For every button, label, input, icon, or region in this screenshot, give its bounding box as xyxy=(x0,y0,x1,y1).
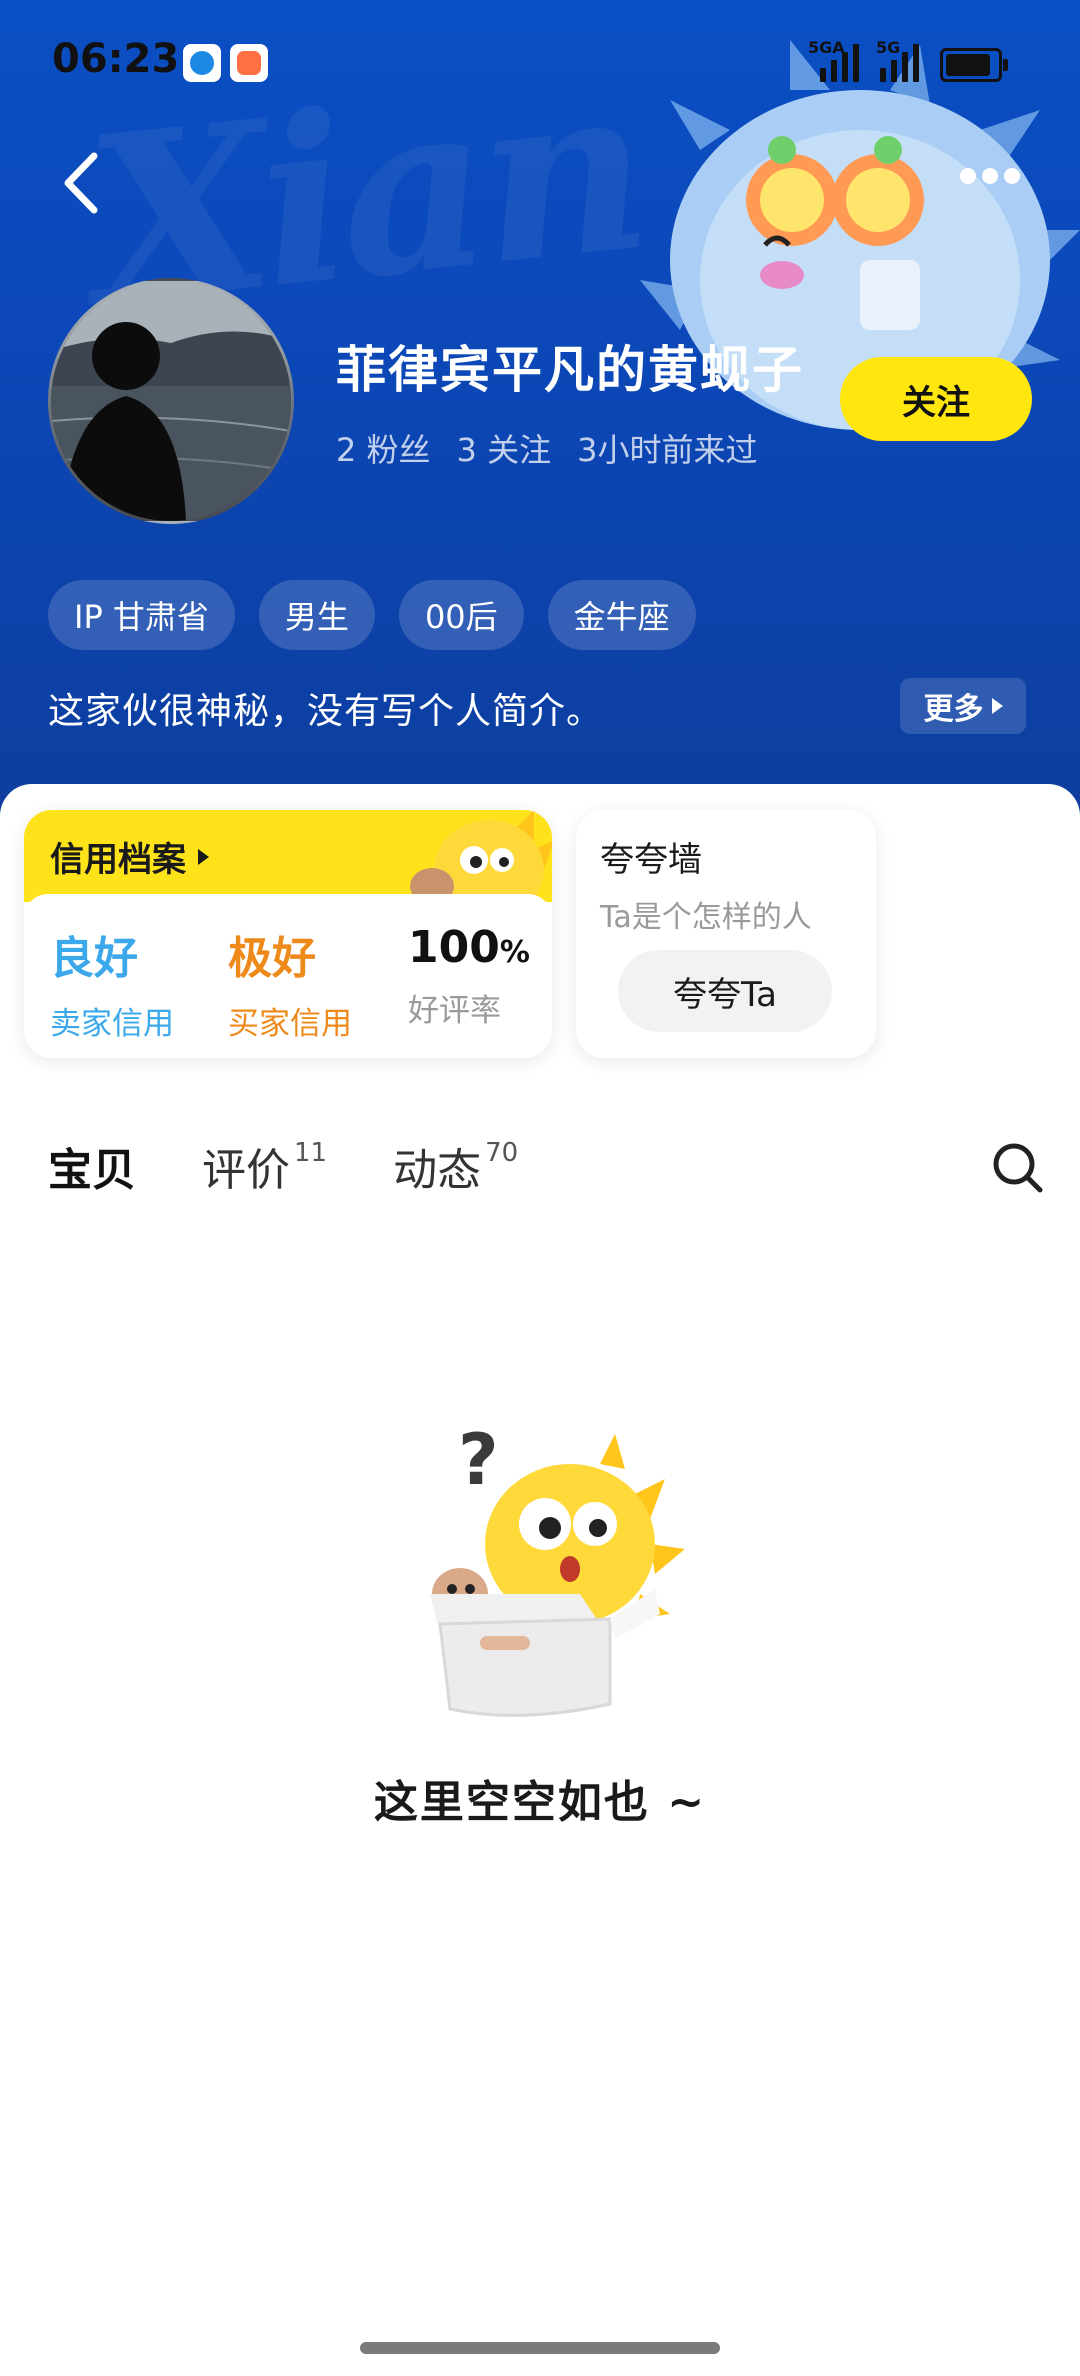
tab-reviews-label: 评价 xyxy=(202,1145,290,1196)
avatar[interactable] xyxy=(48,278,294,524)
chevron-right-icon xyxy=(991,698,1003,714)
more-info-button[interactable]: 更多 xyxy=(900,678,1026,734)
positive-rate-label: 好评率 xyxy=(408,993,501,1029)
user-nickname: 菲律宾平凡的黄蚬子 xyxy=(336,341,804,399)
tab-reviews[interactable]: 评价 11 xyxy=(202,1134,327,1198)
tab-items[interactable]: 宝贝 xyxy=(46,1134,150,1198)
status-time: 06:23 xyxy=(52,36,180,82)
followers-count[interactable]: 2 粉丝 xyxy=(336,425,431,471)
credit-card-header: 信用档案 xyxy=(24,810,552,906)
seller-credit: 良好 卖家信用 xyxy=(50,922,174,1043)
chevron-right-icon xyxy=(198,848,209,865)
svg-text:?: ? xyxy=(458,1424,499,1501)
buyer-credit: 极好 买家信用 xyxy=(228,922,352,1043)
buyer-credit-value: 极好 xyxy=(228,933,316,984)
positive-rate: 100% 好评率 xyxy=(408,922,530,1030)
credit-profile-card[interactable]: 信用档案 良好 卖家信用 极好 买家信用 100% 好评率 xyxy=(24,810,552,1058)
empty-state-text: 这里空空如也 ~ xyxy=(373,1777,707,1828)
tag-gender: 男生 xyxy=(258,580,375,650)
tag-generation: 00后 xyxy=(398,580,524,650)
status-bar: 06:23 5GA 5G xyxy=(0,0,1080,120)
signal-strength-icon xyxy=(820,42,859,82)
empty-box-mascot-icon: ? xyxy=(430,1424,685,1717)
praise-wall-card[interactable]: 夸夸墙 Ta是个怎样的人 夸夸Ta xyxy=(576,810,876,1058)
user-stats: 2 粉丝 3 关注 3小时前来过 xyxy=(336,425,757,471)
search-icon[interactable] xyxy=(990,1140,1044,1194)
avatar-photo xyxy=(51,281,291,521)
buyer-credit-label: 买家信用 xyxy=(228,1006,352,1042)
tag-ip-location: IP 甘肃省 xyxy=(48,580,235,650)
credit-title-text: 信用档案 xyxy=(50,840,186,880)
tab-posts-label: 动态 xyxy=(393,1145,482,1196)
profile-bio: 这家伙很神秘，没有写个人简介。 xyxy=(48,691,604,732)
back-arrow-icon[interactable] xyxy=(58,150,108,216)
video-app-icon xyxy=(230,44,268,82)
mascot-icon xyxy=(410,810,552,906)
browser-app-icon xyxy=(183,44,221,82)
follow-button[interactable]: 关注 xyxy=(840,357,1032,441)
praise-button[interactable]: 夸夸Ta xyxy=(618,950,832,1032)
seller-credit-value: 良好 xyxy=(50,933,138,984)
last-active: 3小时前来过 xyxy=(577,431,758,469)
more-options-icon[interactable] xyxy=(960,168,1030,198)
positive-rate-value: 100 xyxy=(408,922,500,973)
tag-zodiac: 金牛座 xyxy=(547,580,696,650)
praise-wall-title: 夸夸墙 xyxy=(600,840,702,880)
tab-reviews-count: 11 xyxy=(294,1138,328,1169)
credit-card-body: 良好 卖家信用 极好 买家信用 100% 好评率 xyxy=(24,894,552,1058)
profile-tags: IP 甘肃省 男生 00后 金牛座 xyxy=(48,580,696,650)
more-info-label: 更多 xyxy=(923,692,984,727)
profile-tabs: 宝贝 评价 11 动态 70 xyxy=(46,1134,518,1198)
tab-posts[interactable]: 动态 70 xyxy=(393,1134,518,1198)
seller-credit-label: 卖家信用 xyxy=(50,1006,174,1042)
percent-sign: % xyxy=(499,935,530,970)
praise-wall-subtitle: Ta是个怎样的人 xyxy=(600,900,812,935)
tab-items-label: 宝贝 xyxy=(48,1145,136,1196)
credit-card-title[interactable]: 信用档案 xyxy=(50,832,209,881)
tab-posts-count: 70 xyxy=(485,1138,519,1169)
profile-content: 信用档案 良好 卖家信用 极好 买家信用 100% 好评率 夸夸墙 Ta是个怎样… xyxy=(0,784,1080,2376)
battery-icon xyxy=(940,48,1008,82)
profile-header: Xian 06:23 5GA 5G 菲律宾平凡的黄蚬子 2 粉丝 3 关注 3小… xyxy=(0,0,1080,820)
signal-strength-icon-2 xyxy=(880,42,919,82)
following-count[interactable]: 3 关注 xyxy=(457,425,552,471)
home-indicator[interactable] xyxy=(360,2342,720,2354)
